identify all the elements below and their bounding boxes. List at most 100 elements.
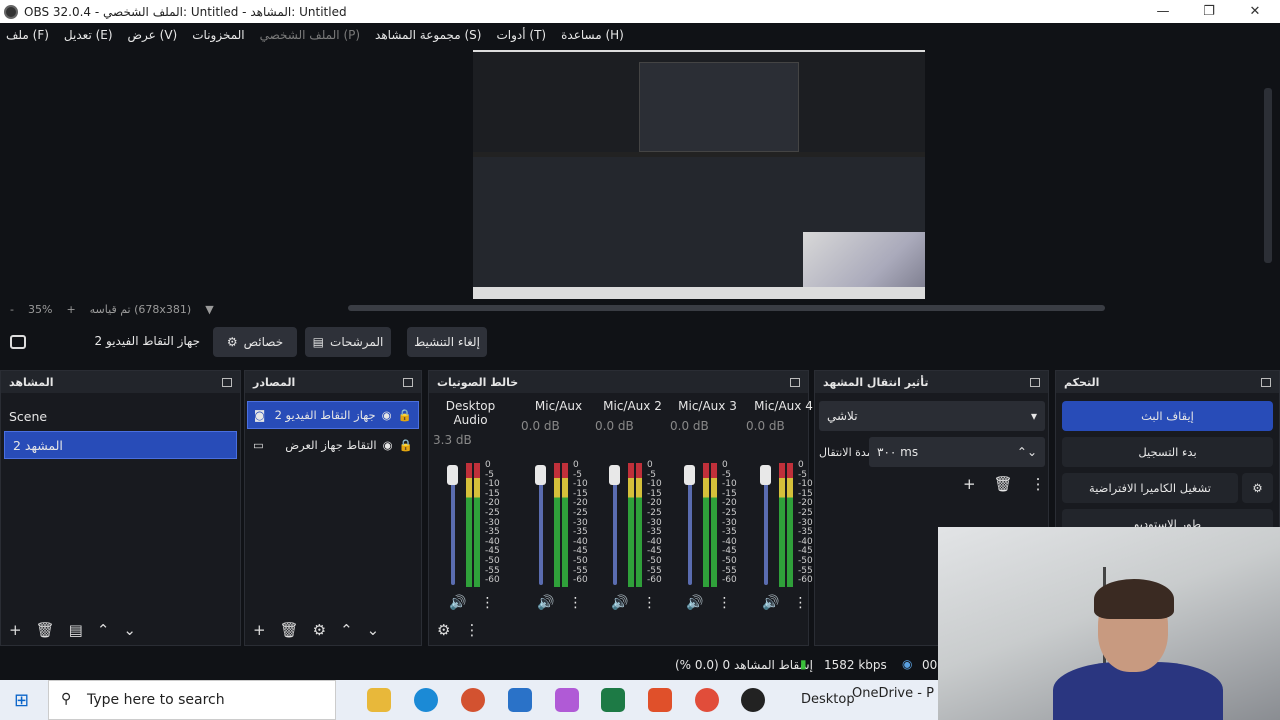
volume-slider-handle[interactable]	[609, 465, 620, 485]
taskbar-search[interactable]: ⚲ Type here to search	[48, 680, 336, 720]
camera-icon: ◙	[254, 408, 266, 422]
stepper-icon[interactable]: ⌃⌄	[1017, 445, 1037, 459]
channel-name: Mic/Aux	[534, 399, 583, 413]
menu-file[interactable]: ملف (F)	[6, 28, 49, 42]
undock-icon[interactable]	[790, 377, 800, 387]
speaker-icon[interactable]: 🔊	[762, 595, 779, 611]
more-options-icon[interactable]: ⋮	[480, 595, 494, 611]
eye-icon[interactable]: ◉	[383, 438, 393, 452]
store-icon[interactable]	[508, 688, 532, 712]
channel-name: Mic/Aux 3	[678, 399, 737, 413]
edge-icon[interactable]	[414, 688, 438, 712]
trash-icon[interactable]: 🗑	[36, 621, 55, 639]
more-options-icon[interactable]: ⋮	[464, 621, 479, 639]
maximize-button[interactable]: ❐	[1186, 0, 1232, 23]
zoom-in-button[interactable]: +	[66, 303, 75, 316]
minimize-button[interactable]: —	[1140, 0, 1186, 23]
virtual-camera-button[interactable]: تشغيل الكاميرا الافتراضية	[1062, 473, 1238, 503]
scale-tick-label: -60	[647, 575, 662, 586]
more-options-icon[interactable]: ⋮	[1031, 475, 1046, 493]
properties-button[interactable]: ⚙ خصائص	[213, 327, 297, 357]
gear-icon[interactable]: ⚙	[1242, 473, 1273, 503]
speaker-icon[interactable]: 🔊	[611, 595, 628, 611]
preview-vertical-scrollbar[interactable]	[1264, 88, 1272, 263]
stop-streaming-button[interactable]: إيقاف البث	[1062, 401, 1273, 431]
undock-icon[interactable]	[403, 377, 413, 387]
copilot-icon[interactable]	[555, 688, 579, 712]
menu-profile[interactable]: الملف الشخصي (P)	[260, 28, 360, 42]
menu-help[interactable]: مساعدة (H)	[561, 28, 624, 42]
speaker-icon[interactable]: 🔊	[537, 595, 554, 611]
gear-icon[interactable]: ⚙	[313, 621, 326, 639]
deactivate-button[interactable]: إلغاء التنشيط	[407, 327, 487, 357]
chrome-icon[interactable]	[695, 688, 719, 712]
chevron-up-icon[interactable]: ⌃	[97, 621, 110, 639]
excel-icon[interactable]	[601, 688, 625, 712]
zoom-dropdown-icon[interactable]: ▼	[205, 303, 213, 316]
undock-icon[interactable]	[1261, 377, 1271, 387]
speaker-icon[interactable]: 🔊	[686, 595, 703, 611]
menu-edit[interactable]: تعديل (E)	[64, 28, 113, 42]
transition-duration-field[interactable]: ٣٠٠ ms ⌃⌄	[869, 437, 1045, 467]
scene-item-selected[interactable]: المشهد 2	[4, 431, 237, 459]
source-context-bar: جهاز التقاط الفيديو 2 ⚙ خصائص ▤ المرشحات…	[0, 325, 1280, 359]
bitrate: 1582 kbps	[824, 658, 887, 672]
obs-taskbar-icon[interactable]	[741, 688, 765, 712]
menu-view[interactable]: عرض (V)	[128, 28, 178, 42]
lock-icon[interactable]: 🔒	[399, 438, 413, 452]
volume-slider-handle[interactable]	[447, 465, 458, 485]
more-options-icon[interactable]: ⋮	[793, 595, 807, 611]
add-scene-icon[interactable]: +	[9, 621, 22, 639]
more-options-icon[interactable]: ⋮	[717, 595, 731, 611]
dropped-frames: إسقاط المشاهد 0 (0.0 %)	[675, 658, 813, 672]
channel-name: Mic/Aux 2	[603, 399, 662, 413]
taskbar-desktop-label[interactable]: Desktop	[801, 692, 855, 707]
webcam-overlay	[938, 527, 1280, 720]
add-transition-icon[interactable]: +	[963, 475, 976, 493]
volume-slider-handle[interactable]	[760, 465, 771, 485]
menu-scene-collection[interactable]: مجموعة المشاهد (S)	[375, 28, 481, 42]
chevron-down-icon[interactable]: ⌄	[123, 621, 136, 639]
undock-icon[interactable]	[1030, 377, 1040, 387]
preview-nested-taskbar	[473, 287, 925, 299]
close-button[interactable]: ✕	[1232, 0, 1278, 23]
eye-icon[interactable]: ◉	[382, 408, 392, 422]
speaker-icon[interactable]: 🔊	[449, 595, 466, 611]
more-options-icon[interactable]: ⋮	[568, 595, 582, 611]
level-meter-right	[711, 463, 717, 587]
filter-icon[interactable]: ▤	[69, 621, 83, 639]
add-source-icon[interactable]: +	[253, 621, 266, 639]
trash-icon[interactable]: 🗑	[994, 475, 1013, 493]
powerpoint-icon[interactable]	[461, 688, 485, 712]
volume-slider-handle[interactable]	[535, 465, 546, 485]
undock-icon[interactable]	[222, 377, 232, 387]
trash-icon[interactable]: 🗑	[280, 621, 299, 639]
menu-tools[interactable]: أدوات (T)	[496, 28, 546, 42]
file-explorer-icon[interactable]	[367, 688, 391, 712]
onedrive-label[interactable]: OneDrive - P	[852, 686, 934, 701]
level-meter-left	[779, 463, 785, 587]
volume-slider-handle[interactable]	[684, 465, 695, 485]
advanced-audio-icon[interactable]: ⚙	[437, 621, 450, 639]
zoom-out-button[interactable]: -	[10, 303, 14, 316]
menu-docks[interactable]: المخزونات	[192, 28, 244, 42]
mixer-title: خالط الصوتيات	[437, 375, 519, 389]
scale-tick-label: -60	[485, 575, 500, 586]
level-meter-right	[636, 463, 642, 587]
preview-canvas[interactable]	[473, 50, 925, 299]
more-options-icon[interactable]: ⋮	[642, 595, 656, 611]
source-item-selected[interactable]: ◙ جهاز التقاط الفيديو 2 ◉ 🔒	[247, 401, 419, 429]
lock-icon[interactable]: 🔒	[398, 408, 412, 422]
source-item[interactable]: ▭ التقاط جهاز العرض ◉ 🔒	[247, 431, 419, 459]
scene-item[interactable]: Scene	[1, 403, 240, 431]
transition-type-select[interactable]: تلاشي ▾	[819, 401, 1045, 431]
chevron-down-icon[interactable]: ⌄	[367, 621, 380, 639]
mixer-channel: Desktop Audio 3.3 dB 0 -5 -10 -15 -20 -25 -30 -35…	[433, 393, 508, 618]
chevron-up-icon[interactable]: ⌃	[340, 621, 353, 639]
brave-icon[interactable]	[648, 688, 672, 712]
filters-button[interactable]: ▤ المرشحات	[305, 327, 391, 357]
meter-scale: 0 -5 -10 -15 -20 -25 -30 -35 -40 -45 -50 -55 -60	[647, 460, 662, 586]
windows-start-icon[interactable]: ⊞	[14, 690, 29, 711]
filters-label: المرشحات	[330, 335, 384, 349]
start-recording-button[interactable]: بدء التسجيل	[1062, 437, 1273, 467]
